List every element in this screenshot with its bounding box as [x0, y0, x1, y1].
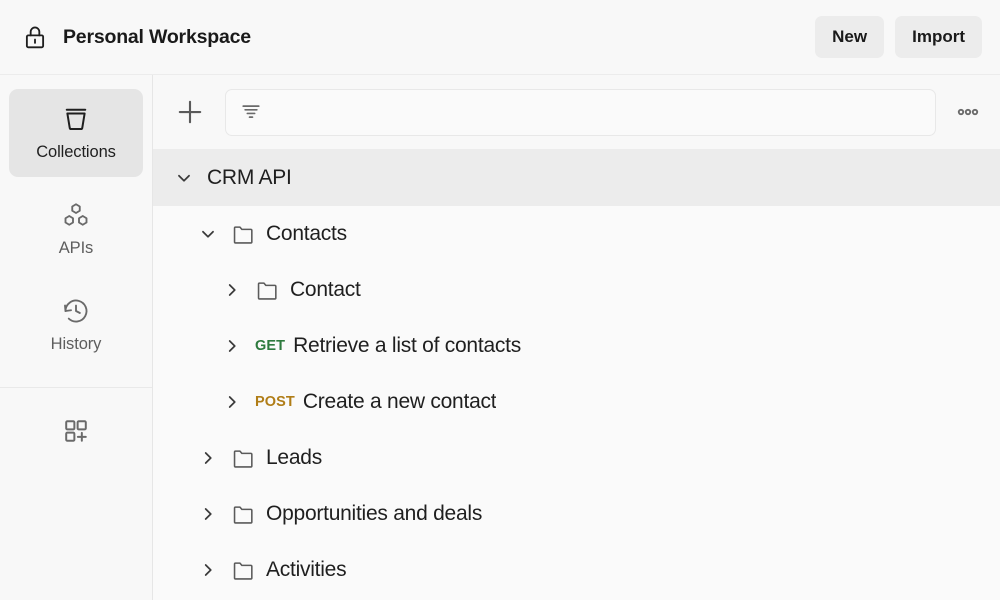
chevron-down-icon[interactable]	[173, 167, 195, 189]
chevron-right-icon[interactable]	[221, 335, 243, 357]
header-actions: New Import	[815, 16, 982, 58]
collections-bucket-icon	[61, 104, 91, 134]
import-button[interactable]: Import	[895, 16, 982, 58]
search-input[interactable]	[272, 103, 921, 121]
chevron-right-icon[interactable]	[197, 503, 219, 525]
tree-row[interactable]: GET Retrieve a list of contacts	[153, 318, 1000, 374]
tree-row[interactable]: POST Create a new contact	[153, 374, 1000, 430]
collection-tree: CRM API Contacts Contact GET Retrieve a list…	[153, 150, 1000, 600]
sidebar-label-apis: APIs	[59, 239, 93, 258]
new-button[interactable]: New	[815, 16, 884, 58]
tree-row-label: CRM API	[207, 166, 292, 190]
tree-row-label: Activities	[266, 558, 346, 582]
folder-icon	[231, 558, 256, 583]
main-panel: CRM API Contacts Contact GET Retrieve a list…	[153, 75, 1000, 600]
ellipsis-icon[interactable]	[954, 98, 982, 126]
left-sidebar: Collections APIs	[0, 75, 153, 600]
chevron-right-icon[interactable]	[221, 391, 243, 413]
add-module-grid-icon	[62, 417, 90, 450]
workspace-identity: Personal Workspace	[22, 24, 251, 50]
chevron-right-icon[interactable]	[197, 559, 219, 581]
tree-row-label: Retrieve a list of contacts	[293, 334, 521, 358]
app-body: Collections APIs	[0, 75, 1000, 600]
sidebar-label-collections: Collections	[36, 143, 116, 162]
tree-row-label: Contact	[290, 278, 361, 302]
tree-row-label: Contacts	[266, 222, 347, 246]
folder-icon	[231, 446, 256, 471]
tree-row[interactable]: Opportunities and deals	[153, 486, 1000, 542]
search-box[interactable]	[225, 89, 936, 136]
filter-icon[interactable]	[240, 101, 262, 123]
app-header: Personal Workspace New Import	[0, 0, 1000, 75]
add-module-button[interactable]	[0, 388, 152, 478]
plus-icon[interactable]	[173, 95, 207, 129]
folder-icon	[255, 278, 280, 303]
lock-icon	[22, 24, 48, 50]
tree-row[interactable]: Contact	[153, 262, 1000, 318]
folder-icon	[231, 502, 256, 527]
sidebar-item-history[interactable]: History	[9, 281, 143, 369]
sidebar-label-history: History	[51, 335, 102, 354]
app-window: Personal Workspace New Import Collection…	[0, 0, 1000, 600]
tree-row[interactable]: Leads	[153, 430, 1000, 486]
collections-toolbar	[153, 75, 1000, 150]
folder-icon	[231, 222, 256, 247]
sidebar-item-apis[interactable]: APIs	[9, 185, 143, 273]
tree-row[interactable]: Activities	[153, 542, 1000, 598]
tree-row[interactable]: CRM API	[153, 150, 1000, 206]
tree-row[interactable]: Contacts	[153, 206, 1000, 262]
apis-hexagons-icon	[61, 200, 91, 230]
chevron-right-icon[interactable]	[221, 279, 243, 301]
tree-row-label: Opportunities and deals	[266, 502, 482, 526]
http-method-get: GET	[255, 338, 285, 354]
chevron-right-icon[interactable]	[197, 447, 219, 469]
tree-row-label: Leads	[266, 446, 322, 470]
history-clock-icon	[61, 296, 91, 326]
sidebar-item-collections[interactable]: Collections	[9, 89, 143, 177]
tree-row-label: Create a new contact	[303, 390, 496, 414]
chevron-down-icon[interactable]	[197, 223, 219, 245]
http-method-post: POST	[255, 394, 295, 410]
workspace-title: Personal Workspace	[63, 26, 251, 49]
